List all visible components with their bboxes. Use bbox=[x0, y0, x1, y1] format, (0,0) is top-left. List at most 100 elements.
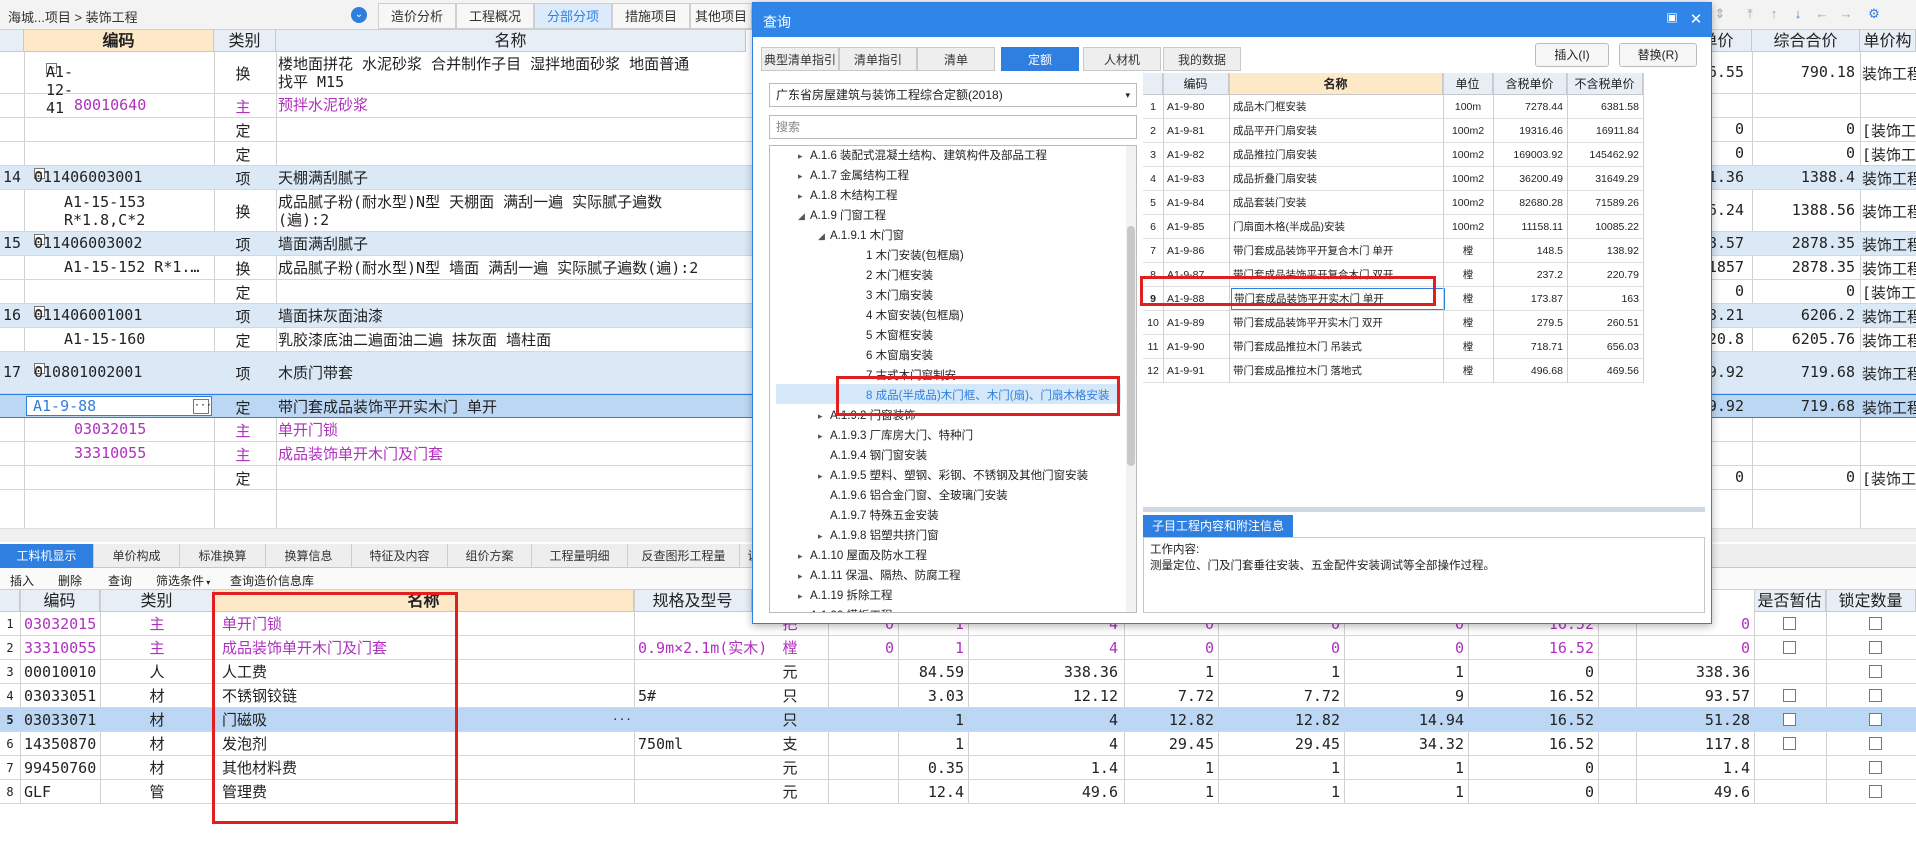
tab-cost-analysis[interactable]: 造价分析 bbox=[378, 3, 456, 29]
lock-checkbox[interactable] bbox=[1869, 785, 1882, 798]
header-total-price[interactable]: 综合合价 bbox=[1752, 30, 1860, 52]
tree-node[interactable]: 6 木窗扇安装 bbox=[854, 346, 933, 366]
tab-standard-conversion[interactable]: 标准换算 bbox=[180, 544, 266, 568]
header-type[interactable]: 类别 bbox=[214, 30, 276, 52]
tree-node[interactable]: 3 木门扇安装 bbox=[854, 286, 933, 306]
header-name[interactable]: 名称 bbox=[214, 590, 634, 612]
header-name[interactable]: 名称 bbox=[1229, 73, 1443, 95]
quota-row[interactable]: 9 A1-9-88 带门套成品装饰平开实木门 单开 樘 173.87 163 bbox=[1143, 287, 1643, 311]
tree-node[interactable]: A.1.9.6 铝合金门窗、全玻璃门安装 bbox=[818, 486, 1008, 506]
quota-row[interactable]: 7 A1-9-86 带门套成品装饰平开复合木门 单开 樘 148.5 138.92 bbox=[1143, 239, 1643, 263]
expanded-arrow-icon[interactable]: ◢ bbox=[818, 226, 830, 246]
tree-node[interactable]: ▸ A.1.9.5 塑料、塑钢、彩钢、不锈钢及其他门窗安装 bbox=[818, 466, 1088, 486]
tab-measures[interactable]: 措施项目 bbox=[612, 3, 690, 29]
tab-materials[interactable]: 工料机显示 bbox=[0, 544, 94, 568]
tree-node[interactable]: ▸ A.1.6 装配式混凝土结构、建筑构件及部品工程 bbox=[798, 146, 1047, 166]
header-price-type[interactable]: 单价构 bbox=[1860, 30, 1916, 52]
tab-labor-materials[interactable]: 人材机 bbox=[1083, 47, 1161, 71]
lock-checkbox[interactable] bbox=[1869, 641, 1882, 654]
expand-arrow-icon[interactable]: ▸ bbox=[798, 166, 810, 186]
temp-checkbox[interactable] bbox=[1783, 713, 1796, 726]
expand-arrow-icon[interactable]: ▸ bbox=[798, 586, 810, 606]
quota-row[interactable]: 10 A1-9-89 带门套成品装饰平开实木门 双开 樘 279.5 260.51 bbox=[1143, 311, 1643, 335]
material-row[interactable]: 3 00010010 人 人工费 元 84.59 338.36 1 1 1 0 338.36 bbox=[0, 660, 1916, 684]
tab-graphic-quantity[interactable]: 反查图形工程量 bbox=[628, 544, 740, 568]
lock-checkbox[interactable] bbox=[1869, 665, 1882, 678]
quota-row[interactable]: 6 A1-9-85 门扇面木格(半成品)安装 100m2 11158.11 10085.2… bbox=[1143, 215, 1643, 239]
tab-other-items[interactable]: 其他项目 bbox=[690, 3, 752, 29]
splitter[interactable] bbox=[1143, 507, 1705, 512]
quota-row[interactable]: 2 A1-9-81 成品平开门扇安装 100m2 19316.46 16911.84 bbox=[1143, 119, 1643, 143]
temp-checkbox[interactable] bbox=[1783, 689, 1796, 702]
tab-conversion-info[interactable]: 换算信息 bbox=[266, 544, 352, 568]
lock-checkbox[interactable] bbox=[1869, 689, 1882, 702]
tab-typical-list[interactable]: 典型清单指引 bbox=[761, 47, 839, 71]
temp-checkbox[interactable] bbox=[1783, 641, 1796, 654]
tree-node[interactable]: ▸ A.1.9.2 门窗装饰 bbox=[818, 406, 916, 426]
tab-list-guide[interactable]: 清单指引 bbox=[839, 47, 917, 71]
header-type[interactable]: 类别 bbox=[100, 590, 214, 612]
tab-project-overview[interactable]: 工程概况 bbox=[456, 3, 534, 29]
header-lock[interactable]: 锁定数量 bbox=[1826, 590, 1916, 612]
expand-arrow-icon[interactable]: ▸ bbox=[818, 406, 830, 426]
tree-node[interactable]: ▸ A.1.8 木结构工程 bbox=[798, 186, 898, 206]
tree-node[interactable]: ▸ A.1.11 保温、隔热、防腐工程 bbox=[798, 566, 961, 586]
delete-button[interactable]: 删除 bbox=[58, 572, 82, 589]
tree-node[interactable]: ▸ A.1.9.8 铝塑共挤门窗 bbox=[818, 526, 939, 546]
material-row[interactable]: 5 03033071 材 门磁吸 只 1 4 12.82 12.82 14.94 16.52 51.2… bbox=[0, 708, 1916, 732]
more-icon[interactable]: ··· bbox=[193, 399, 212, 414]
expand-arrow-icon[interactable]: ▸ bbox=[818, 526, 830, 546]
header-unit[interactable]: 单位 bbox=[1443, 73, 1493, 95]
detail-info-tab[interactable]: 子目工程内容和附注信息 bbox=[1143, 515, 1293, 537]
expand-arrow-icon[interactable]: ▸ bbox=[798, 186, 810, 206]
expand-arrow-icon[interactable]: ▸ bbox=[798, 146, 810, 166]
expand-arrow-icon[interactable]: ▸ bbox=[798, 546, 810, 566]
tree-node[interactable]: 8 成品(半成品)木门框、木门(扇)、门扇木格安装 bbox=[854, 386, 1109, 406]
quota-row[interactable]: 12 A1-9-91 带门套成品推拉木门 落地式 樘 496.68 469.56 bbox=[1143, 359, 1643, 383]
tab-items[interactable]: 分部分项 bbox=[534, 3, 612, 29]
tree-node[interactable]: ◢ A.1.9.1 木门窗 bbox=[818, 226, 904, 246]
tree-node[interactable]: A.1.9.7 特殊五金安装 bbox=[818, 506, 939, 526]
lock-checkbox[interactable] bbox=[1869, 617, 1882, 630]
tab-my-data[interactable]: 我的数据 bbox=[1163, 47, 1241, 71]
insert-button[interactable]: 插入 bbox=[10, 572, 34, 589]
tab-price-composition[interactable]: 单价构成 bbox=[94, 544, 180, 568]
maximize-icon[interactable]: ▣ bbox=[1663, 10, 1681, 24]
tree-node[interactable]: ▸ A.1.9.3 厂库房大门、特种门 bbox=[818, 426, 973, 446]
expand-arrow-icon[interactable]: ▸ bbox=[798, 566, 810, 586]
temp-checkbox[interactable] bbox=[1783, 737, 1796, 750]
quota-row[interactable]: 3 A1-9-82 成品推拉门扇安装 100m2 169003.92 145462.92 bbox=[1143, 143, 1643, 167]
tree-node[interactable]: 4 木窗安装(包框扇) bbox=[854, 306, 964, 326]
quota-row[interactable]: 11 A1-9-90 带门套成品推拉木门 吊装式 樘 718.71 656.03 bbox=[1143, 335, 1643, 359]
tab-pricing-plan[interactable]: 组价方案 bbox=[448, 544, 532, 568]
more-icon[interactable]: ··· bbox=[612, 708, 632, 732]
material-row[interactable]: 2 33310055 主 成品装饰单开木门及门套 0.9m×2.1m(实木) 樘 0 1 4 0 0… bbox=[0, 636, 1916, 660]
tree-node[interactable]: 1 木门安装(包框扇) bbox=[854, 246, 964, 266]
tree-node[interactable]: ▸ A.1.7 金属结构工程 bbox=[798, 166, 909, 186]
temp-checkbox[interactable] bbox=[1783, 617, 1796, 630]
collapse-icon[interactable]: ⌄ bbox=[351, 7, 367, 23]
header-code[interactable]: 编码 bbox=[24, 30, 214, 52]
lock-checkbox[interactable] bbox=[1869, 761, 1882, 774]
tree-node[interactable]: 5 木窗框安装 bbox=[854, 326, 933, 346]
header-notax-price[interactable]: 不含税单价 bbox=[1567, 73, 1643, 95]
query-button[interactable]: 查询 bbox=[108, 572, 132, 589]
tree-scrollbar-thumb[interactable] bbox=[1127, 226, 1135, 466]
tree-node[interactable]: ▸ A.1.19 拆除工程 bbox=[798, 586, 892, 606]
search-input[interactable]: 搜索 bbox=[769, 115, 1137, 139]
tab-features[interactable]: 特征及内容 bbox=[352, 544, 448, 568]
tree-node[interactable]: A.1.9.4 钢门窗安装 bbox=[818, 446, 927, 466]
quota-row[interactable]: 4 A1-9-83 成品折叠门扇安装 100m2 36200.49 31649.29 bbox=[1143, 167, 1643, 191]
material-row[interactable]: 8 GLF 管 管理费 元 12.4 49.6 1 1 1 0 49.6 bbox=[0, 780, 1916, 804]
move-down-icon[interactable]: ↓ bbox=[1790, 6, 1806, 22]
tree-node[interactable]: 7 古式木门窗制安 bbox=[854, 366, 956, 386]
lock-checkbox[interactable] bbox=[1869, 737, 1882, 750]
quota-row[interactable]: 8 A1-9-87 带门套成品装饰平开复合木门 双开 樘 237.2 220.79 bbox=[1143, 263, 1643, 287]
material-row[interactable]: 6 14350870 材 发泡剂 750ml 支 1 4 29.45 29.45 34.32 16.5… bbox=[0, 732, 1916, 756]
tab-quota[interactable]: 定额 bbox=[1001, 47, 1079, 71]
close-icon[interactable]: ✕ bbox=[1687, 10, 1705, 28]
insert-button[interactable]: 插入(I) bbox=[1535, 43, 1609, 67]
expanded-arrow-icon[interactable]: ◢ bbox=[798, 206, 810, 226]
expand-arrow-icon[interactable]: ▸ bbox=[798, 606, 810, 612]
header-spec[interactable]: 规格及型号 bbox=[634, 590, 752, 612]
